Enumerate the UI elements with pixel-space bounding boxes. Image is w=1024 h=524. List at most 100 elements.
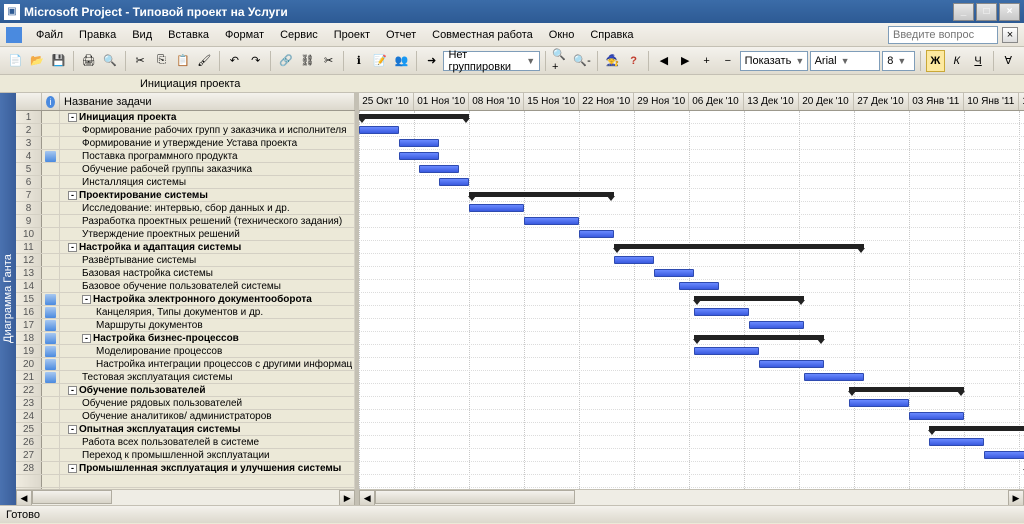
scroll-left-button[interactable]: ◀	[359, 490, 375, 505]
task-bar[interactable]	[929, 438, 984, 446]
task-name-cell[interactable]: Исследование: интервью, сбор данных и др…	[60, 202, 355, 214]
collapse-button[interactable]: -	[68, 191, 77, 200]
task-bar[interactable]	[524, 217, 579, 225]
task-name-cell[interactable]: Формирование рабочих групп у заказчика и…	[60, 124, 355, 136]
task-bar[interactable]	[749, 321, 804, 329]
menu-проект[interactable]: Проект	[326, 26, 378, 44]
gantt-chart[interactable]	[359, 111, 1024, 489]
scroll-thumb[interactable]	[32, 490, 112, 504]
task-name-cell[interactable]: Обучение рабочей группы заказчика	[60, 163, 355, 175]
task-bar[interactable]	[984, 451, 1024, 459]
show-sub-button[interactable]: +	[697, 50, 716, 72]
minimize-button[interactable]: _	[953, 3, 974, 21]
task-bar[interactable]	[654, 269, 694, 277]
task-name-cell[interactable]: Моделирование процессов	[60, 345, 355, 357]
table-row[interactable]: 17Маршруты документов	[16, 319, 355, 332]
size-combo[interactable]: 8 ▼	[882, 51, 915, 71]
collapse-button[interactable]: -	[82, 295, 91, 304]
help-button[interactable]: ?	[624, 50, 643, 72]
maximize-button[interactable]: □	[976, 3, 997, 21]
wizard-button[interactable]: 🧙	[603, 50, 622, 72]
table-row[interactable]: 15-Настройка электронного документооборо…	[16, 293, 355, 306]
table-row[interactable]: 26Работа всех пользователей в системе	[16, 436, 355, 449]
task-bar[interactable]	[759, 360, 824, 368]
format-painter-button[interactable]: 🖌	[195, 50, 214, 72]
menu-совместная работа[interactable]: Совместная работа	[424, 26, 541, 44]
table-row[interactable]: 11-Настройка и адаптация системы	[16, 241, 355, 254]
task-name-cell[interactable]: Работа всех пользователей в системе	[60, 436, 355, 448]
notes-button[interactable]: 📝	[371, 50, 390, 72]
table-row[interactable]: 19Моделирование процессов	[16, 345, 355, 358]
table-row[interactable]	[16, 475, 355, 488]
underline-button[interactable]: Ч	[968, 50, 987, 72]
open-button[interactable]: 📂	[27, 50, 46, 72]
table-row[interactable]: 8Исследование: интервью, сбор данных и д…	[16, 202, 355, 215]
collapse-button[interactable]: -	[82, 334, 91, 343]
task-name-cell[interactable]: Базовое обучение пользователей системы	[60, 280, 355, 292]
task-bar[interactable]	[419, 165, 459, 173]
task-name-cell[interactable]: Развёртывание системы	[60, 254, 355, 266]
task-name-cell[interactable]: Тестовая эксплуатация системы	[60, 371, 355, 383]
task-name-cell[interactable]: Канцелярия, Типы документов и др.	[60, 306, 355, 318]
doc-close-button[interactable]: ×	[1002, 27, 1018, 43]
unlink-button[interactable]: ⛓	[298, 50, 317, 72]
table-row[interactable]: 28-Промышленная эксплуатация и улучшения…	[16, 462, 355, 475]
task-bar[interactable]	[399, 152, 439, 160]
collapse-button[interactable]: -	[68, 464, 77, 473]
table-row[interactable]: 6Инсталляция системы	[16, 176, 355, 189]
task-name-cell[interactable]: Инсталляция системы	[60, 176, 355, 188]
grid-hscroll[interactable]: ◀ ▶	[16, 489, 355, 505]
indent-button[interactable]: ▶	[676, 50, 695, 72]
table-row[interactable]: 21Тестовая эксплуатация системы	[16, 371, 355, 384]
table-row[interactable]: 4Поставка программного продукта	[16, 150, 355, 163]
table-row[interactable]: 25-Опытная эксплуатация системы	[16, 423, 355, 436]
menu-правка[interactable]: Правка	[71, 26, 124, 44]
menu-вид[interactable]: Вид	[124, 26, 160, 44]
task-bar[interactable]	[804, 373, 864, 381]
col-task-name[interactable]: Название задачи	[60, 93, 355, 110]
scroll-track[interactable]	[375, 490, 1008, 505]
table-row[interactable]: 16Канцелярия, Типы документов и др.	[16, 306, 355, 319]
task-name-cell[interactable]: Базовая настройка системы	[60, 267, 355, 279]
task-name-cell[interactable]: Настройка интеграции процессов с другими…	[60, 358, 355, 370]
task-name-cell[interactable]: -Инициация проекта	[60, 111, 355, 123]
task-name-cell[interactable]: -Промышленная эксплуатация и улучшения с…	[60, 462, 355, 474]
view-tab-gantt[interactable]: Диаграмма Ганта	[0, 93, 16, 505]
task-name-cell[interactable]: -Обучение пользователей	[60, 384, 355, 396]
hide-sub-button[interactable]: −	[718, 50, 737, 72]
summary-bar[interactable]	[359, 114, 469, 119]
menu-файл[interactable]: Файл	[28, 26, 71, 44]
col-rownum[interactable]	[16, 93, 42, 110]
redo-button[interactable]: ↷	[246, 50, 265, 72]
split-button[interactable]: ✂	[319, 50, 338, 72]
table-row[interactable]: 1-Инициация проекта	[16, 111, 355, 124]
scroll-left-button[interactable]: ◀	[16, 490, 32, 505]
summary-bar[interactable]	[929, 426, 1024, 431]
table-row[interactable]: 12Развёртывание системы	[16, 254, 355, 267]
bold-button[interactable]: Ж	[926, 50, 945, 72]
task-name-cell[interactable]: Обучение рядовых пользователей	[60, 397, 355, 409]
paste-button[interactable]: 📋	[173, 50, 192, 72]
menu-формат[interactable]: Формат	[217, 26, 272, 44]
task-bar[interactable]	[439, 178, 469, 186]
task-bar[interactable]	[399, 139, 439, 147]
summary-bar[interactable]	[849, 387, 964, 392]
task-bar[interactable]	[469, 204, 524, 212]
task-bar[interactable]	[694, 308, 749, 316]
info-button[interactable]: ℹ	[349, 50, 368, 72]
italic-button[interactable]: К	[947, 50, 966, 72]
summary-bar[interactable]	[469, 192, 614, 197]
summary-bar[interactable]	[694, 335, 824, 340]
table-row[interactable]: 23Обучение рядовых пользователей	[16, 397, 355, 410]
grouping-combo[interactable]: Нет группировки ▼	[443, 51, 540, 71]
ask-question-input[interactable]	[888, 26, 998, 44]
table-row[interactable]: 5Обучение рабочей группы заказчика	[16, 163, 355, 176]
task-bar[interactable]	[694, 347, 759, 355]
col-info[interactable]: i	[42, 93, 60, 110]
zoom-out-button[interactable]: 🔍-	[572, 50, 591, 72]
table-row[interactable]: 27Переход к промышленной эксплуатации	[16, 449, 355, 462]
scroll-right-button[interactable]: ▶	[1008, 490, 1024, 505]
table-row[interactable]: 10Утверждение проектных решений	[16, 228, 355, 241]
undo-button[interactable]: ↶	[225, 50, 244, 72]
copy-button[interactable]: ⎘	[152, 50, 171, 72]
